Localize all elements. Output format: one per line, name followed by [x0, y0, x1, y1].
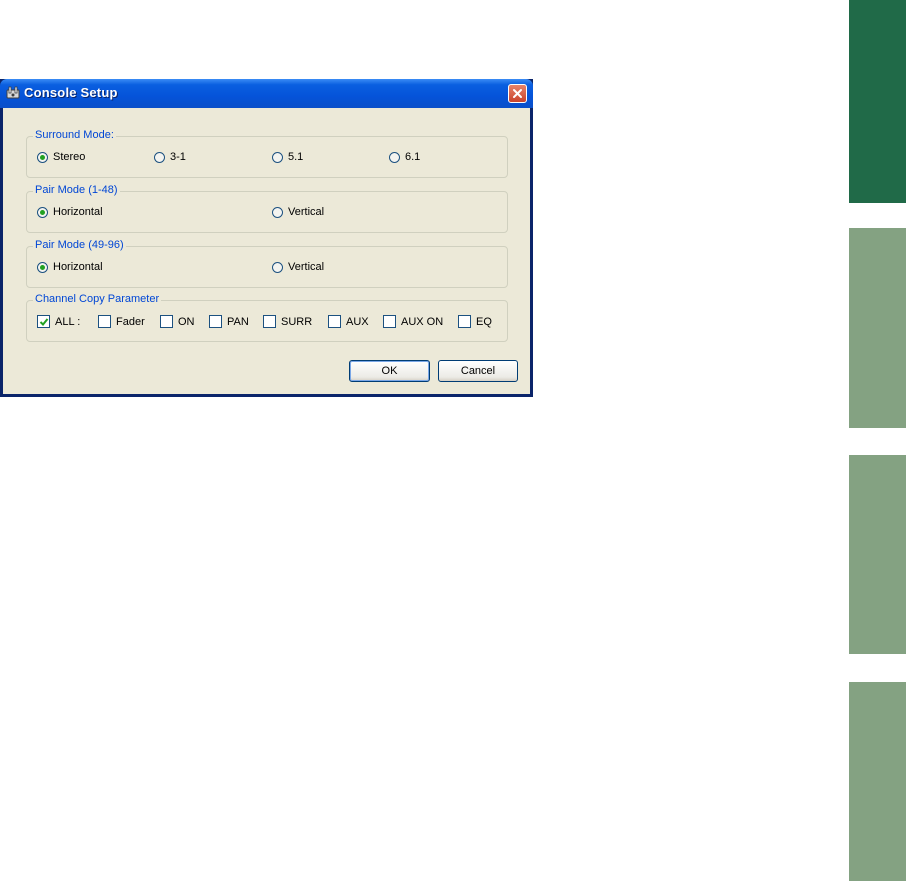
radio-icon — [272, 261, 283, 273]
pair-mode-49-96-label: Pair Mode (49-96) — [33, 239, 126, 251]
pair-1-48-vertical-radio[interactable]: Vertical — [272, 206, 324, 218]
ok-button[interactable]: OK — [349, 360, 430, 382]
copy-on-checkbox[interactable]: ON — [160, 315, 195, 328]
close-icon — [513, 89, 522, 98]
radio-selected-icon — [37, 151, 48, 163]
checkbox-icon — [263, 315, 276, 328]
copy-pan-checkbox[interactable]: PAN — [209, 315, 249, 328]
checkbox-icon — [160, 315, 173, 328]
side-tab-3 — [849, 455, 906, 654]
copy-aux-checkbox[interactable]: AUX — [328, 315, 369, 328]
radio-selected-icon — [37, 206, 48, 218]
copy-all-checkbox[interactable]: ALL : — [37, 315, 80, 328]
pair-49-96-horizontal-radio[interactable]: Horizontal — [37, 261, 103, 273]
pair-49-96-vertical-radio[interactable]: Vertical — [272, 261, 324, 273]
cancel-button[interactable]: Cancel — [438, 360, 518, 382]
pair-1-48-horizontal-radio[interactable]: Horizontal — [37, 206, 103, 218]
checkbox-checked-icon — [37, 315, 50, 328]
console-setup-dialog: Console Setup Surround Mode: Stereo 3-1 … — [0, 79, 533, 397]
radio-icon — [389, 151, 400, 163]
checkbox-icon — [209, 315, 222, 328]
dialog-title: Console Setup — [24, 85, 118, 100]
radio-icon — [272, 151, 283, 163]
copy-aux-on-checkbox[interactable]: AUX ON — [383, 315, 443, 328]
radio-selected-icon — [37, 261, 48, 273]
surround-5-1-radio[interactable]: 5.1 — [272, 151, 303, 163]
checkbox-icon — [328, 315, 341, 328]
side-tab-2 — [849, 228, 906, 428]
side-tab-1 — [849, 0, 906, 203]
title-bar[interactable]: Console Setup — [0, 79, 533, 108]
console-app-icon — [6, 86, 20, 100]
radio-icon — [272, 206, 283, 218]
copy-fader-checkbox[interactable]: Fader — [98, 315, 145, 328]
close-button[interactable] — [508, 84, 527, 103]
checkbox-icon — [98, 315, 111, 328]
side-tab-4 — [849, 682, 906, 881]
surround-mode-label: Surround Mode: — [33, 129, 116, 141]
surround-6-1-radio[interactable]: 6.1 — [389, 151, 420, 163]
checkbox-icon — [383, 315, 396, 328]
channel-copy-group: Channel Copy Parameter ALL : Fader ON PA… — [26, 293, 508, 342]
copy-surr-checkbox[interactable]: SURR — [263, 315, 312, 328]
channel-copy-label: Channel Copy Parameter — [33, 293, 162, 305]
pair-mode-1-48-label: Pair Mode (1-48) — [33, 184, 120, 196]
surround-mode-group: Surround Mode: Stereo 3-1 5.1 6.1 — [26, 129, 508, 178]
pair-mode-1-48-group: Pair Mode (1-48) Horizontal Vertical — [26, 184, 508, 233]
radio-icon — [154, 151, 165, 163]
surround-stereo-radio[interactable]: Stereo — [37, 151, 85, 163]
dialog-body: Surround Mode: Stereo 3-1 5.1 6.1 Pair M… — [3, 108, 530, 394]
surround-3-1-radio[interactable]: 3-1 — [154, 151, 186, 163]
copy-eq-checkbox[interactable]: EQ — [458, 315, 492, 328]
pair-mode-49-96-group: Pair Mode (49-96) Horizontal Vertical — [26, 239, 508, 288]
checkbox-icon — [458, 315, 471, 328]
